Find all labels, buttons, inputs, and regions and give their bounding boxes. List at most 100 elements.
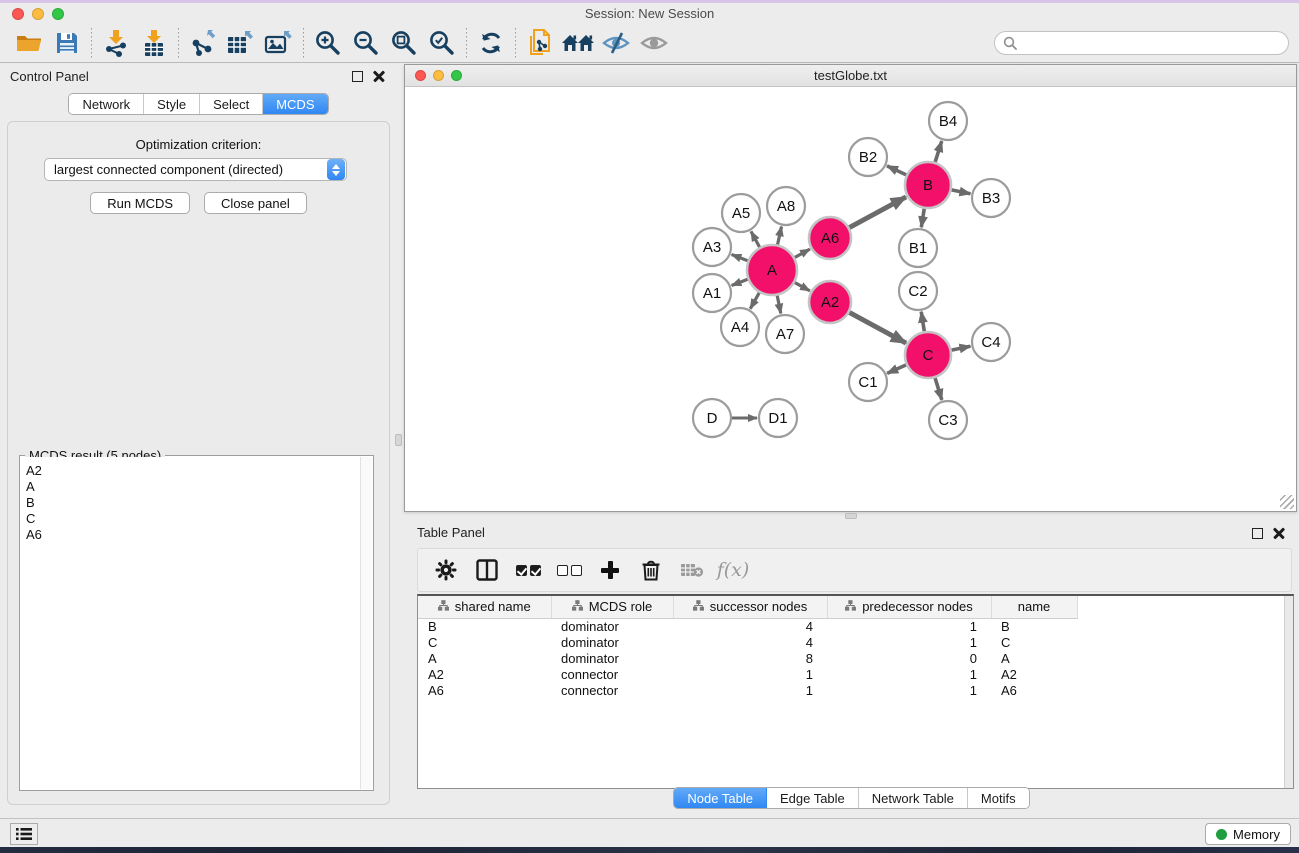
result-scrollbar[interactable] [360,457,372,789]
split-columns-icon[interactable] [471,555,503,585]
criterion-select[interactable]: largest connected component (directed) [44,158,347,181]
memory-button[interactable]: Memory [1205,823,1291,845]
table-cell[interactable]: A2 [991,666,1077,682]
graph-node[interactable]: C4 [972,323,1010,361]
tab-edge-table[interactable]: Edge Table [767,788,859,808]
table-row[interactable]: A6connector11A6 [418,682,1293,698]
zoom-fit-icon[interactable] [385,27,423,59]
graph-edge[interactable] [732,279,748,285]
import-table-icon[interactable] [135,27,173,59]
close-panel-icon[interactable] [373,70,385,82]
zoom-selected-icon[interactable] [423,27,461,59]
graph-node[interactable]: B2 [849,138,887,176]
graph-edge[interactable] [921,312,924,332]
graph-node[interactable]: A5 [722,194,760,232]
table-cell[interactable]: 1 [673,666,827,682]
table-cell[interactable]: C [418,634,551,650]
close-panel-button[interactable]: Close panel [204,192,307,214]
horizontal-splitter-grip[interactable] [845,513,857,519]
table-cell[interactable]: dominator [551,650,673,666]
zoom-in-icon[interactable] [309,27,347,59]
graph-node[interactable]: B4 [929,102,967,140]
graph-node[interactable]: A3 [693,228,731,266]
graph-edge[interactable] [795,283,810,291]
window-resize-grip[interactable] [1280,495,1294,509]
table-cell[interactable]: B [418,618,551,634]
gear-icon[interactable] [430,555,462,585]
graph-node[interactable]: A7 [766,315,804,353]
graph-node[interactable]: C2 [899,272,937,310]
mcds-result-item[interactable]: A6 [26,527,360,543]
new-network-from-selection-icon[interactable] [521,27,559,59]
export-image-icon[interactable] [260,27,298,59]
graph-node[interactable]: A2 [809,281,851,323]
table-cell[interactable]: connector [551,682,673,698]
table-cell[interactable]: C [991,634,1077,650]
mcds-result-item[interactable]: B [26,495,360,511]
network-canvas[interactable]: B4B2BB3A8A5A6A3B1AC2A1A2A4A7C4CC1C3DD1 [406,87,1295,510]
table-row[interactable]: A2connector11A2 [418,666,1293,682]
mcds-result-list[interactable]: A2ABCA6 [21,457,360,789]
home-icon[interactable] [559,27,597,59]
vertical-splitter-grip[interactable] [395,434,402,446]
import-network-icon[interactable] [97,27,135,59]
graph-node[interactable]: B3 [972,179,1010,217]
run-mcds-button[interactable]: Run MCDS [90,192,190,214]
graph-node[interactable]: D1 [759,399,797,437]
graph-node[interactable]: A4 [721,308,759,346]
table-cell[interactable]: dominator [551,618,673,634]
table-cell[interactable]: 1 [827,682,991,698]
graph-node[interactable]: A6 [809,217,851,259]
graph-node[interactable]: D [693,399,731,437]
graph-edge[interactable] [777,295,781,313]
deselect-all-checkboxes-icon[interactable] [553,555,585,585]
table-cell[interactable]: 1 [673,682,827,698]
table-cell[interactable]: A [991,650,1077,666]
graph-node[interactable]: B [905,162,951,208]
graph-edge[interactable] [935,378,942,400]
mcds-result-item[interactable]: A [26,479,360,495]
graph-edge[interactable] [935,141,942,162]
column-header[interactable]: predecessor nodes [827,596,991,618]
close-table-panel-icon[interactable] [1273,527,1285,539]
graph-edge[interactable] [795,249,810,257]
table-cell[interactable]: connector [551,666,673,682]
delete-column-icon[interactable] [635,555,667,585]
save-icon[interactable] [48,27,86,59]
export-table-icon[interactable] [222,27,260,59]
table-cell[interactable]: B [991,618,1077,634]
graph-edge[interactable] [849,312,906,343]
export-network-icon[interactable] [184,27,222,59]
table-cell[interactable]: A6 [418,682,551,698]
mcds-result-item[interactable]: C [26,511,360,527]
tab-style[interactable]: Style [144,94,200,114]
refresh-icon[interactable] [472,27,510,59]
table-cell[interactable]: A2 [418,666,551,682]
column-header[interactable]: successor nodes [673,596,827,618]
table-cell[interactable]: 1 [827,618,991,634]
table-cell[interactable]: A6 [991,682,1077,698]
table-row[interactable]: Cdominator41C [418,634,1293,650]
graph-edge[interactable] [887,166,906,175]
task-history-button[interactable] [10,823,38,845]
table-row[interactable]: Adominator80A [418,650,1293,666]
graph-edge[interactable] [921,209,924,228]
search-input[interactable] [1022,36,1280,51]
graph-edge[interactable] [887,365,906,374]
hide-selected-eye-icon[interactable] [597,27,635,59]
table-cell[interactable]: 4 [673,618,827,634]
graph-edge[interactable] [751,231,760,247]
table-row[interactable]: Bdominator41B [418,618,1293,634]
graph-edge[interactable] [952,190,971,194]
graph-node[interactable]: B1 [899,229,937,267]
tab-mcds[interactable]: MCDS [263,94,327,114]
graph-edge[interactable] [952,346,971,350]
tab-network[interactable]: Network [69,94,144,114]
tab-select[interactable]: Select [200,94,263,114]
graph-node[interactable]: A8 [767,187,805,225]
table-scrollbar[interactable] [1284,596,1293,788]
zoom-out-icon[interactable] [347,27,385,59]
function-builder-icon[interactable]: f(x) [717,555,749,585]
graph-node[interactable]: A1 [693,274,731,312]
show-selected-eye-icon[interactable] [635,27,673,59]
